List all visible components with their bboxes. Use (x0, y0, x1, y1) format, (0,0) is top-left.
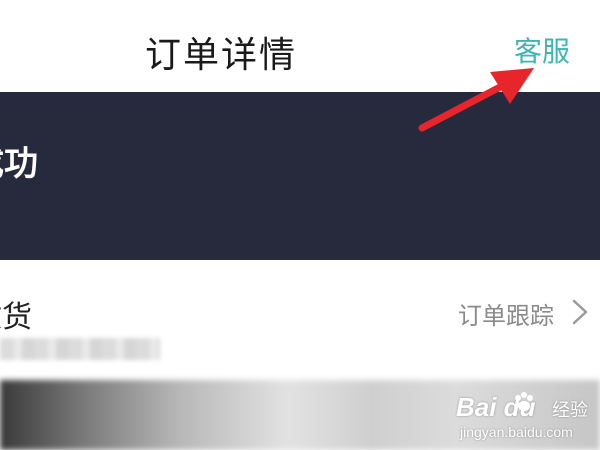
watermark-product-text: 经验 (552, 400, 588, 421)
baidu-jingyan-watermark: Bai du 经验 jingyan.baidu.com (456, 386, 596, 446)
red-arrow-annotation-icon (418, 68, 534, 132)
receipt-status-text: 收货 (0, 300, 32, 335)
order-status-text: 成功 (0, 144, 38, 184)
chevron-right-icon[interactable] (570, 298, 590, 326)
page-title: 订单详情 (145, 35, 298, 76)
baidu-paw-icon (515, 392, 533, 411)
order-tracking-link[interactable]: 订单跟踪 (458, 296, 554, 331)
blurred-address-info (0, 338, 160, 360)
watermark-url: jingyan.baidu.com (460, 424, 573, 440)
order-detail-screen: 订单详情 客服 成功 收货 订单跟踪 Bai du 经验 jingyan.bai… (0, 0, 600, 450)
